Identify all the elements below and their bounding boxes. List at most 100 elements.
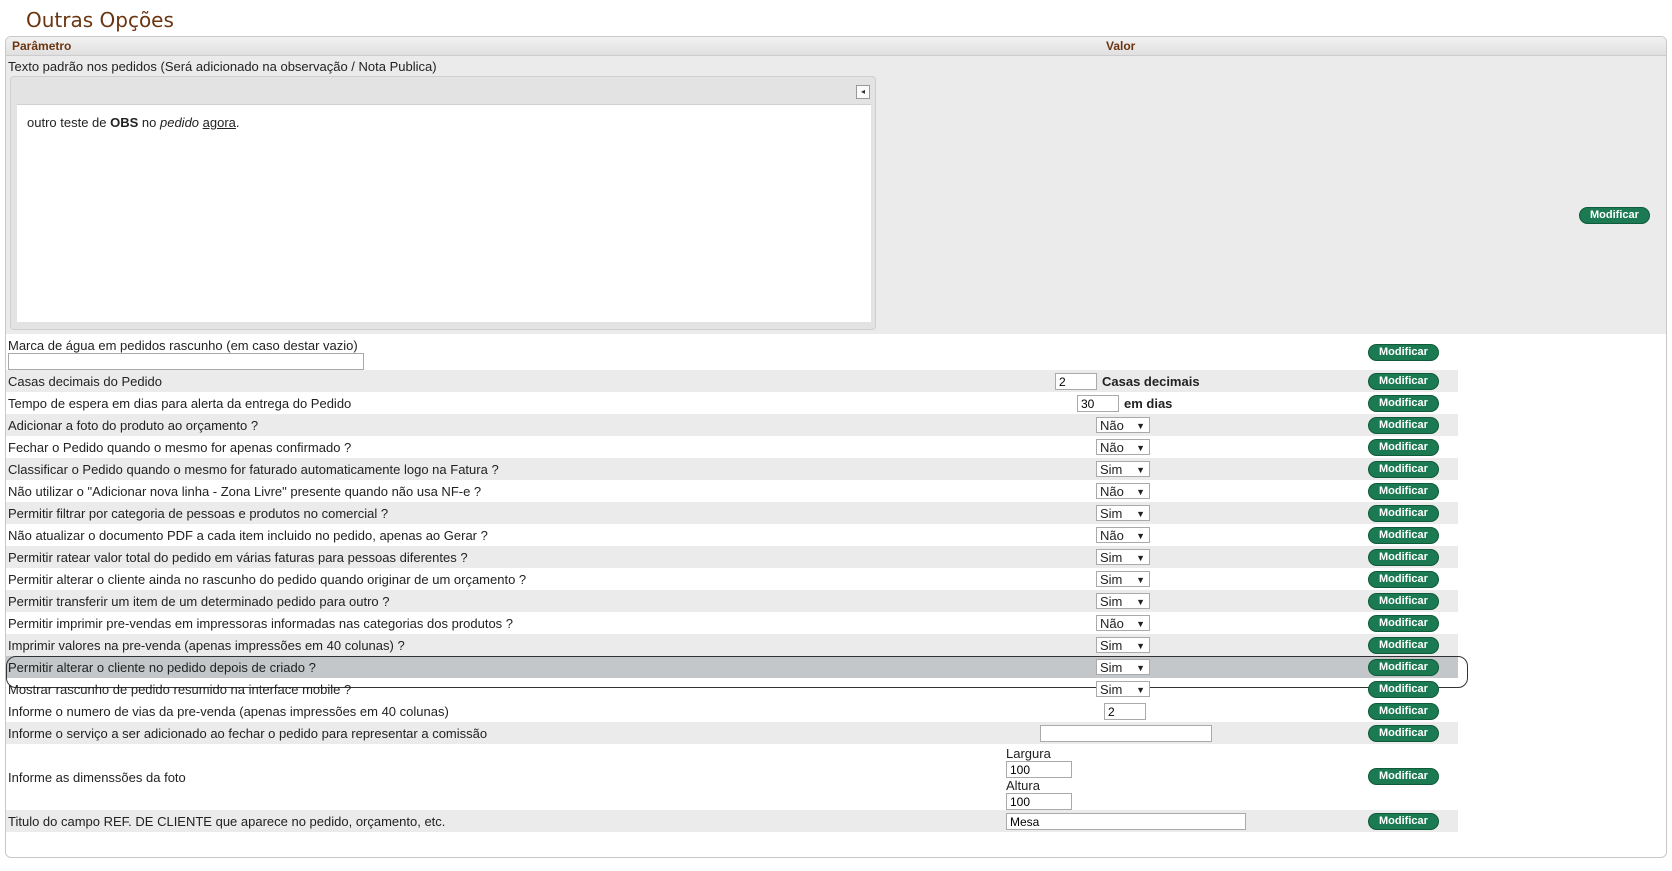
dropdown-arrow-icon: ▼: [1136, 487, 1145, 497]
option-row: Não atualizar o documento PDF a cada ite…: [6, 524, 1458, 546]
option-label: Adicionar a foto do produto ao orçamento…: [8, 418, 259, 433]
dropdown-arrow-icon: ▼: [1136, 641, 1145, 651]
option-label: Classificar o Pedido quando o mesmo for …: [8, 462, 499, 477]
option-label: Não atualizar o documento PDF a cada ite…: [8, 528, 488, 543]
dropdown-arrow-icon: ▼: [1136, 663, 1145, 673]
option-select[interactable]: Não ▼: [1096, 417, 1150, 433]
modify-option-button[interactable]: Modificar: [1368, 681, 1439, 698]
option-select[interactable]: Não ▼: [1096, 527, 1150, 543]
modify-option-button[interactable]: Modificar: [1368, 571, 1439, 588]
marca-agua-input[interactable]: [8, 353, 364, 370]
modify-option-button[interactable]: Modificar: [1368, 527, 1439, 544]
collapse-toolbar-icon[interactable]: ◂: [856, 85, 870, 99]
largura-label: Largura: [1006, 746, 1051, 761]
dropdown-arrow-icon: ▼: [1136, 509, 1145, 519]
option-select[interactable]: Sim ▼: [1096, 461, 1150, 477]
options-panel: Parâmetro Valor Texto padrão nos pedidos…: [5, 36, 1667, 858]
modify-numero-vias-button[interactable]: Modificar: [1368, 703, 1439, 720]
option-row-highlighted: Permitir alterar o cliente no pedido dep…: [6, 656, 1468, 688]
option-select-value: Não: [1100, 616, 1124, 631]
row-numero-vias: Informe o numero de vias da pre-venda (a…: [6, 700, 1458, 722]
dropdown-arrow-icon: ▼: [1136, 553, 1145, 563]
modify-option-button[interactable]: Modificar: [1368, 461, 1439, 478]
option-select[interactable]: Sim ▼: [1096, 549, 1150, 565]
page-title: Outras Opções: [26, 8, 174, 32]
editor-content-area[interactable]: outro teste de OBS no pedido agora.: [17, 104, 871, 322]
option-row: Imprimir valores na pre-venda (apenas im…: [6, 634, 1458, 656]
modify-dimensoes-button[interactable]: Modificar: [1368, 768, 1439, 785]
row-texto-padrao: Texto padrão nos pedidos (Será adicionad…: [6, 56, 1666, 334]
option-select-value: Sim: [1100, 638, 1123, 653]
option-label: Permitir imprimir pre-vendas em impresso…: [8, 616, 514, 631]
option-row: Fechar o Pedido quando o mesmo for apena…: [6, 436, 1458, 458]
option-row: Adicionar a foto do produto ao orçamento…: [6, 414, 1458, 436]
row-tempo-espera: Tempo de espera em dias para alerta da e…: [6, 392, 1458, 414]
modify-marca-agua-button[interactable]: Modificar: [1368, 344, 1439, 361]
option-label: Permitir ratear valor total do pedido em…: [8, 550, 468, 565]
option-select[interactable]: Sim ▼: [1096, 637, 1150, 653]
numero-vias-label: Informe o numero de vias da pre-venda (a…: [8, 704, 449, 719]
option-row: Classificar o Pedido quando o mesmo for …: [6, 458, 1458, 480]
option-select[interactable]: Sim ▼: [1096, 571, 1150, 587]
option-select[interactable]: Sim ▼: [1096, 681, 1150, 697]
option-select[interactable]: Sim ▼: [1096, 505, 1150, 521]
header-valor: Valor: [1106, 39, 1136, 53]
option-select-value: Sim: [1100, 594, 1123, 609]
marca-agua-label: Marca de água em pedidos rascunho (em ca…: [8, 338, 358, 353]
option-row: Mostrar rascunho de pedido resumido na i…: [6, 678, 1458, 700]
modify-casas-decimais-button[interactable]: Modificar: [1368, 373, 1439, 390]
option-select[interactable]: Não ▼: [1096, 439, 1150, 455]
option-row: Permitir ratear valor total do pedido em…: [6, 546, 1458, 568]
option-select-value: Sim: [1100, 682, 1123, 697]
editor-text-1: outro teste de: [27, 115, 111, 130]
option-select[interactable]: Sim ▼: [1096, 593, 1150, 609]
editor-text-bold: OBS: [110, 115, 139, 130]
option-label: Não utilizar o "Adicionar nova linha - Z…: [8, 484, 482, 499]
option-select[interactable]: Não ▼: [1096, 483, 1150, 499]
option-select-value: Sim: [1100, 550, 1123, 565]
option-label: Imprimir valores na pre-venda (apenas im…: [8, 638, 405, 653]
modify-option-button[interactable]: Modificar: [1368, 615, 1439, 632]
ref-cliente-input[interactable]: [1006, 813, 1246, 830]
altura-input[interactable]: [1006, 793, 1072, 810]
tempo-espera-input[interactable]: [1077, 395, 1119, 412]
modify-option-button[interactable]: Modificar: [1368, 549, 1439, 566]
casas-decimais-suffix: Casas decimais: [1102, 374, 1200, 389]
servico-comissao-input[interactable]: [1040, 725, 1212, 742]
option-row: Não utilizar o "Adicionar nova linha - Z…: [6, 480, 1458, 502]
largura-input[interactable]: [1006, 761, 1072, 778]
modify-option-button[interactable]: Modificar: [1368, 659, 1439, 676]
ref-cliente-label: Titulo do campo REF. DE CLIENTE que apar…: [8, 814, 446, 829]
modify-option-button[interactable]: Modificar: [1368, 593, 1439, 610]
option-select-value: Sim: [1100, 572, 1123, 587]
rich-text-editor: ◂ outro teste de OBS no pedido agora.: [10, 76, 876, 330]
modify-texto-padrao-button[interactable]: Modificar: [1579, 207, 1650, 224]
modify-option-button[interactable]: Modificar: [1368, 637, 1439, 654]
editor-text-end: .: [235, 115, 240, 130]
modify-tempo-espera-button[interactable]: Modificar: [1368, 395, 1439, 412]
dropdown-arrow-icon: ▼: [1136, 619, 1145, 629]
casas-decimais-input[interactable]: [1055, 373, 1097, 390]
option-label: Permitir alterar o cliente no pedido dep…: [8, 660, 316, 675]
numero-vias-input[interactable]: [1104, 703, 1146, 720]
modify-option-button[interactable]: Modificar: [1368, 417, 1439, 434]
modify-option-button[interactable]: Modificar: [1368, 439, 1439, 456]
tempo-espera-suffix: em dias: [1124, 396, 1173, 411]
dimensoes-foto-label: Informe as dimenssões da foto: [8, 770, 186, 785]
option-select[interactable]: Não ▼: [1096, 615, 1150, 631]
option-row: Permitir transferir um item de um determ…: [6, 590, 1458, 612]
option-select-value: Sim: [1100, 462, 1123, 477]
modify-option-button[interactable]: Modificar: [1368, 483, 1439, 500]
option-select[interactable]: Sim ▼: [1096, 659, 1150, 675]
editor-text-2: no: [138, 115, 160, 130]
modify-option-button[interactable]: Modificar: [1368, 505, 1439, 522]
modify-ref-cliente-button[interactable]: Modificar: [1368, 813, 1439, 830]
modify-servico-comissao-button[interactable]: Modificar: [1368, 725, 1439, 742]
row-casas-decimais: Casas decimais do Pedido Casas decimais …: [6, 370, 1458, 392]
dropdown-arrow-icon: ▼: [1136, 597, 1145, 607]
editor-text-underline: agora: [202, 115, 236, 130]
tempo-espera-label: Tempo de espera em dias para alerta da e…: [8, 396, 352, 411]
dropdown-arrow-icon: ▼: [1136, 465, 1145, 475]
row-dimensoes-foto: Informe as dimenssões da foto Largura Al…: [6, 744, 1458, 810]
option-select-value: Não: [1100, 418, 1124, 433]
